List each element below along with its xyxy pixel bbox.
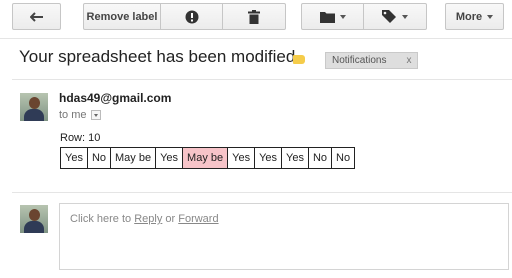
reply-prompt: Click here to Reply or Forward — [70, 213, 219, 225]
answer-cell: Yes — [227, 147, 256, 169]
user-avatar — [20, 205, 48, 233]
chevron-down-icon — [487, 14, 494, 19]
report-spam-button[interactable] — [161, 3, 223, 30]
chevron-down-icon — [402, 14, 408, 19]
message-divider — [12, 192, 512, 193]
recipient-line: to me — [59, 109, 101, 121]
answer-cell: No — [86, 147, 112, 169]
answers-table: Yes No May be Yes May be Yes Yes Yes No … — [60, 147, 356, 169]
trash-icon — [248, 9, 260, 24]
answer-cell: Yes — [254, 147, 283, 169]
answer-cell: No — [307, 147, 333, 169]
back-arrow-icon — [29, 11, 43, 22]
sender-avatar — [20, 93, 48, 121]
chevron-down-icon — [339, 14, 346, 19]
reply-link[interactable]: Reply — [134, 213, 162, 225]
row-number: Row: 10 — [60, 132, 101, 144]
answer-cell: Yes — [60, 147, 88, 169]
close-icon[interactable]: x — [406, 55, 411, 66]
remove-label-button[interactable]: Remove label — [83, 3, 161, 30]
report-spam-icon — [185, 10, 198, 23]
more-label: More — [455, 10, 483, 23]
more-button[interactable]: More — [445, 3, 504, 30]
folder-icon — [319, 11, 335, 23]
answer-cell: Yes — [281, 147, 309, 169]
reply-prefix: Click here to — [70, 213, 135, 225]
subject-divider — [12, 79, 512, 80]
forward-link[interactable]: Forward — [178, 213, 218, 225]
back-button[interactable] — [12, 3, 61, 30]
table-row: Yes No May be Yes May be Yes Yes Yes No … — [60, 147, 356, 169]
recipient-text: to me — [59, 109, 87, 121]
remove-label-text: Remove label — [86, 10, 158, 23]
details-dropdown-icon[interactable] — [90, 110, 101, 120]
answer-cell-highlighted: May be — [182, 147, 229, 169]
sender-address[interactable]: hdas49@gmail.com — [59, 91, 171, 105]
importance-marker-icon[interactable] — [293, 55, 305, 64]
delete-button[interactable] — [223, 3, 286, 30]
answer-cell: No — [331, 147, 356, 169]
message-subject: Your spreadsheet has been modified — [19, 47, 296, 66]
toolbar-divider — [0, 38, 512, 39]
labels-button[interactable] — [364, 3, 427, 30]
move-to-button[interactable] — [301, 3, 364, 30]
answer-cell: May be — [110, 147, 157, 169]
reply-or: or — [162, 213, 179, 225]
reply-box[interactable]: Click here to Reply or Forward — [59, 203, 509, 270]
label-chip-notifications[interactable]: Notifications x — [325, 52, 419, 69]
label-chip-text: Notifications — [332, 55, 387, 66]
answer-cell: Yes — [155, 147, 184, 169]
label-tag-icon — [382, 10, 396, 23]
